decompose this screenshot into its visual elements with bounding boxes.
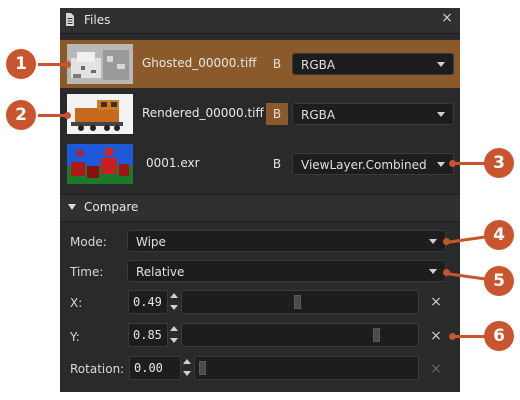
chevron-down-icon [437, 162, 445, 167]
callout-dot [449, 333, 456, 340]
locomotive-icon [67, 94, 133, 134]
b-toggle-button[interactable]: B [266, 103, 288, 125]
slider-handle[interactable] [294, 295, 301, 309]
x-stepper[interactable] [169, 290, 179, 314]
document-icon [66, 13, 74, 26]
file-name: Rendered_00000.tiff [142, 106, 264, 120]
file-name: 0001.exr [146, 156, 200, 170]
slider-handle[interactable] [199, 361, 206, 375]
file-name: Ghosted_00000.tiff [142, 56, 257, 70]
y-reset-icon[interactable]: × [429, 329, 443, 343]
rotation-label: Rotation: [70, 362, 125, 376]
channel-dropdown[interactable]: ViewLayer.Combined [292, 153, 454, 175]
callout-badge-6: 6 [484, 321, 514, 351]
callout-dot [443, 269, 450, 276]
b-toggle-button[interactable]: B [266, 153, 288, 175]
panel-title-bar [60, 8, 460, 34]
stepper-down-icon[interactable] [183, 371, 191, 376]
channel-value: RGBA [301, 108, 336, 122]
stepper-up-icon[interactable] [170, 326, 178, 331]
mode-label: Mode: [70, 235, 107, 249]
x-number-field[interactable]: 0.49 [128, 290, 168, 314]
callout-badge-4: 4 [484, 220, 514, 250]
stepper-down-icon[interactable] [170, 338, 178, 343]
time-value: Relative [136, 265, 185, 279]
collapse-triangle-icon[interactable] [68, 204, 76, 210]
y-label: Y: [70, 330, 80, 344]
channel-value: ViewLayer.Combined [301, 158, 427, 172]
y-number-field[interactable]: 0.85 [128, 323, 168, 347]
rotation-reset-icon[interactable]: × [429, 362, 443, 376]
chevron-down-icon [437, 62, 445, 67]
mode-value: Wipe [136, 235, 166, 249]
x-label: X: [70, 296, 83, 310]
panel-title: Files [84, 13, 111, 27]
rotation-slider[interactable] [194, 356, 419, 380]
callout-dot [64, 61, 71, 68]
time-dropdown[interactable]: Relative [127, 260, 446, 282]
stepper-up-icon[interactable] [170, 293, 178, 298]
close-icon[interactable]: × [440, 11, 454, 25]
callout-badge-5: 5 [484, 266, 514, 296]
chevron-down-icon [429, 269, 437, 274]
slider-handle[interactable] [373, 328, 380, 342]
callout-badge-3: 3 [484, 148, 514, 178]
compare-section-title: Compare [84, 200, 139, 214]
x-slider[interactable] [181, 290, 419, 314]
callout-dot [64, 112, 71, 119]
channel-dropdown[interactable]: RGBA [292, 53, 454, 75]
chevron-down-icon [429, 239, 437, 244]
channel-value: RGBA [301, 58, 336, 72]
b-toggle-button[interactable]: B [266, 53, 288, 75]
callout-badge-1: 1 [6, 49, 36, 79]
y-slider[interactable] [181, 323, 419, 347]
callout-dot [443, 238, 450, 245]
noise-icon [67, 44, 133, 84]
mode-dropdown[interactable]: Wipe [127, 230, 446, 252]
time-label: Time: [70, 265, 104, 279]
rotation-number-field[interactable]: 0.00 [129, 356, 181, 380]
callout-dot [449, 160, 456, 167]
channel-dropdown[interactable]: RGBA [292, 103, 454, 125]
cubes-icon [67, 144, 133, 184]
x-reset-icon[interactable]: × [429, 295, 443, 309]
stepper-down-icon[interactable] [170, 305, 178, 310]
y-stepper[interactable] [169, 323, 179, 347]
stepper-up-icon[interactable] [183, 359, 191, 364]
chevron-down-icon [437, 112, 445, 117]
rotation-stepper[interactable] [182, 356, 192, 380]
callout-badge-2: 2 [6, 100, 36, 130]
